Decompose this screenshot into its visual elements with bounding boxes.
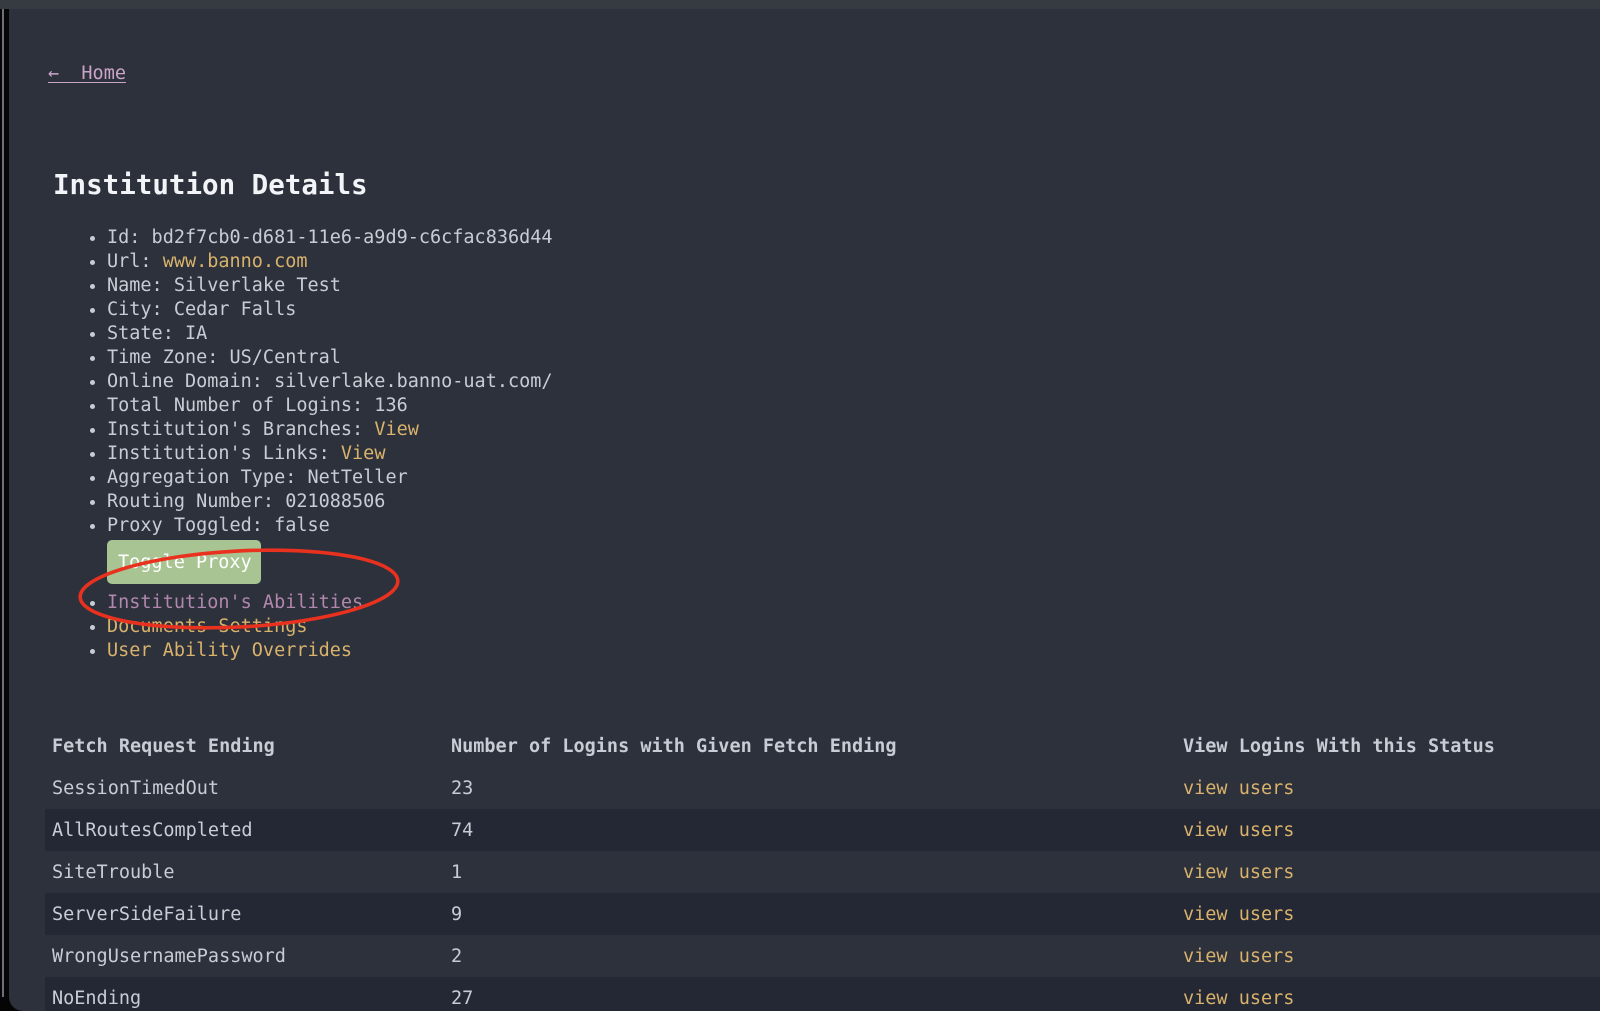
detail-item-url: Url: www.banno.com xyxy=(107,250,1600,274)
detail-text: Time Zone: US/Central xyxy=(107,347,341,368)
login-count-cell: 74 xyxy=(451,820,1183,841)
detail-item-proxy-toggled: Proxy Toggled: false xyxy=(107,514,1600,538)
table-header-fetch-ending: Fetch Request Ending xyxy=(45,736,451,757)
institutions-abilities-link[interactable]: Institution's Abilities xyxy=(107,592,363,613)
detail-item-links: Institution's Links: View xyxy=(107,442,1600,466)
detail-item-total-logins: Total Number of Logins: 136 xyxy=(107,394,1600,418)
table-row: ServerSideFailure 9 view users xyxy=(45,893,1600,935)
table-row: WrongUsernamePassword 2 view users xyxy=(45,935,1600,977)
home-link[interactable]: ← Home xyxy=(48,62,126,86)
view-users-link[interactable]: view users xyxy=(1183,862,1294,883)
detail-item-name: Name: Silverlake Test xyxy=(107,274,1600,298)
table-row: SiteTrouble 1 view users xyxy=(45,851,1600,893)
detail-item-state: State: IA xyxy=(107,322,1600,346)
table-row: SessionTimedOut 23 view users xyxy=(45,767,1600,809)
view-users-link[interactable]: view users xyxy=(1183,988,1294,1009)
table-body: SessionTimedOut 23 view users AllRoutesC… xyxy=(45,767,1600,1011)
detail-item-id: Id: bd2f7cb0-d681-11e6-a9d9-c6cfac836d44 xyxy=(107,226,1600,250)
login-count-cell: 27 xyxy=(451,988,1183,1009)
fetch-endings-table: Fetch Request Ending Number of Logins wi… xyxy=(45,725,1600,1011)
detail-item-city: City: Cedar Falls xyxy=(107,298,1600,322)
detail-text: Aggregation Type: NetTeller xyxy=(107,467,408,488)
institution-details-list: Id: bd2f7cb0-d681-11e6-a9d9-c6cfac836d44… xyxy=(9,226,1600,538)
toggle-proxy-row: Toggle Proxy xyxy=(107,540,1600,584)
detail-label: Url: xyxy=(107,251,163,272)
fetch-ending-cell: NoEnding xyxy=(45,988,451,1009)
branches-view-link[interactable]: View xyxy=(374,419,419,440)
fetch-ending-cell: ServerSideFailure xyxy=(45,904,451,925)
documents-settings-link[interactable]: Documents Settings xyxy=(107,616,307,637)
detail-item-online-domain: Online Domain: silverlake.banno-uat.com/ xyxy=(107,370,1600,394)
detail-text: Routing Number: 021088506 xyxy=(107,491,385,512)
detail-text: City: Cedar Falls xyxy=(107,299,296,320)
detail-text: Name: Silverlake Test xyxy=(107,275,341,296)
detail-label: Institution's Branches: xyxy=(107,419,374,440)
fetch-ending-cell: SessionTimedOut xyxy=(45,778,451,799)
table-header-row: Fetch Request Ending Number of Logins wi… xyxy=(45,725,1600,767)
detail-text: Id: bd2f7cb0-d681-11e6-a9d9-c6cfac836d44 xyxy=(107,227,553,248)
links-view-link[interactable]: View xyxy=(341,443,386,464)
detail-text: State: IA xyxy=(107,323,207,344)
quick-links-list: Institution's Abilities Documents Settin… xyxy=(9,591,1600,663)
page-body: ← Home Institution Details Id: bd2f7cb0-… xyxy=(9,9,1600,1011)
detail-item-timezone: Time Zone: US/Central xyxy=(107,346,1600,370)
detail-text: Proxy Toggled: false xyxy=(107,515,330,536)
view-users-link[interactable]: view users xyxy=(1183,904,1294,925)
page-title: Institution Details xyxy=(53,170,1600,200)
detail-label: Institution's Links: xyxy=(107,443,341,464)
fetch-ending-cell: WrongUsernamePassword xyxy=(45,946,451,967)
quick-link-item: Institution's Abilities xyxy=(107,591,1600,615)
window-edge-line xyxy=(2,9,4,997)
view-users-link[interactable]: view users xyxy=(1183,820,1294,841)
detail-text: Online Domain: silverlake.banno-uat.com/ xyxy=(107,371,553,392)
window-top-bar xyxy=(0,0,1600,9)
login-count-cell: 1 xyxy=(451,862,1183,883)
quick-link-item: User Ability Overrides xyxy=(107,639,1600,663)
table-row: AllRoutesCompleted 74 view users xyxy=(45,809,1600,851)
login-count-cell: 2 xyxy=(451,946,1183,967)
url-link[interactable]: www.banno.com xyxy=(163,251,308,272)
quick-link-item: Documents Settings xyxy=(107,615,1600,639)
login-count-cell: 23 xyxy=(451,778,1183,799)
table-header-view-logins: View Logins With this Status xyxy=(1183,736,1600,757)
detail-item-branches: Institution's Branches: View xyxy=(107,418,1600,442)
detail-item-aggregation-type: Aggregation Type: NetTeller xyxy=(107,466,1600,490)
detail-text: Total Number of Logins: 136 xyxy=(107,395,408,416)
login-count-cell: 9 xyxy=(451,904,1183,925)
detail-item-routing-number: Routing Number: 021088506 xyxy=(107,490,1600,514)
view-users-link[interactable]: view users xyxy=(1183,778,1294,799)
fetch-ending-cell: AllRoutesCompleted xyxy=(45,820,451,841)
fetch-ending-cell: SiteTrouble xyxy=(45,862,451,883)
table-row: NoEnding 27 view users xyxy=(45,977,1600,1011)
view-users-link[interactable]: view users xyxy=(1183,946,1294,967)
table-header-login-count: Number of Logins with Given Fetch Ending xyxy=(451,736,1183,757)
user-ability-overrides-link[interactable]: User Ability Overrides xyxy=(107,640,352,661)
toggle-proxy-button[interactable]: Toggle Proxy xyxy=(107,540,261,584)
